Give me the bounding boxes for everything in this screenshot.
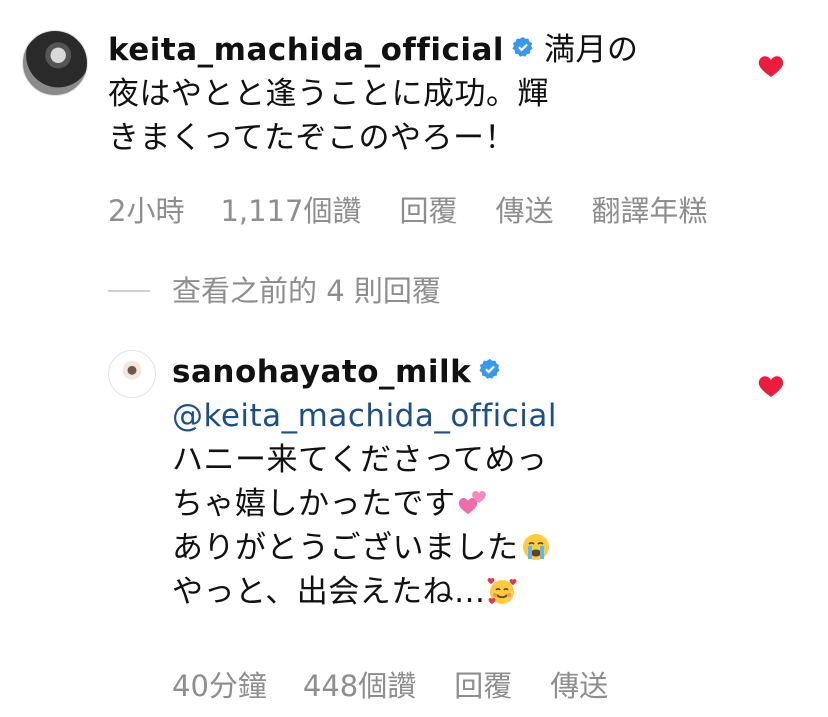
comment-line: きまくってたぞこのやろー！ <box>108 120 516 156</box>
timestamp: 40分鐘 <box>172 669 267 703</box>
heart-icon[interactable] <box>758 374 784 398</box>
likes-count[interactable]: 448個讚 <box>303 668 416 704</box>
divider <box>108 290 150 292</box>
comment-line: 満月の <box>544 32 639 68</box>
smiling-face-with-hearts-icon <box>487 578 517 604</box>
verified-badge-icon <box>479 358 500 379</box>
send-button[interactable]: 傳送 <box>496 193 554 229</box>
translate-button[interactable]: 翻譯年糕 <box>592 193 708 229</box>
comment-meta: 40分鐘 448個讚 回覆 傳送 <box>172 668 646 704</box>
comment-line: やっと、出会えたね... <box>172 574 486 610</box>
send-button[interactable]: 傳送 <box>550 668 608 704</box>
reply-button[interactable]: 回覆 <box>454 668 512 704</box>
avatar[interactable] <box>22 30 88 96</box>
likes-count[interactable]: 1,117個讚 <box>220 193 361 229</box>
reply-button[interactable]: 回覆 <box>399 193 457 229</box>
comment-text: sanohayato_milk @keita_machida_official … <box>172 350 732 614</box>
comment-line: 夜はやとと逢うことに成功。輝 <box>108 76 549 112</box>
comment-text: keita_machida_official 満月の 夜はやとと逢うことに成功。輝… <box>108 28 708 160</box>
mention-link[interactable]: @keita_machida_official <box>172 394 732 438</box>
view-replies-label: 查看之前的 4 則回覆 <box>172 274 441 308</box>
avatar[interactable] <box>108 350 156 398</box>
username[interactable]: sanohayato_milk <box>172 354 471 390</box>
username[interactable]: keita_machida_official <box>108 32 504 68</box>
verified-badge-icon <box>512 36 533 57</box>
comment-meta: 2小時 1,117個讚 回覆 傳送 翻譯年糕 <box>108 193 746 229</box>
view-previous-replies[interactable]: 查看之前的 4 則回覆 <box>108 273 441 309</box>
comment-line: ちゃ嬉しかったです <box>172 486 456 522</box>
two-hearts-icon <box>458 491 486 514</box>
crying-face-icon <box>522 534 549 560</box>
heart-icon[interactable] <box>758 54 784 78</box>
comment-line: ハニー来てくださってめっ <box>172 442 548 478</box>
timestamp: 2小時 <box>108 194 185 228</box>
comment-line: ありがとうございました <box>172 530 519 566</box>
